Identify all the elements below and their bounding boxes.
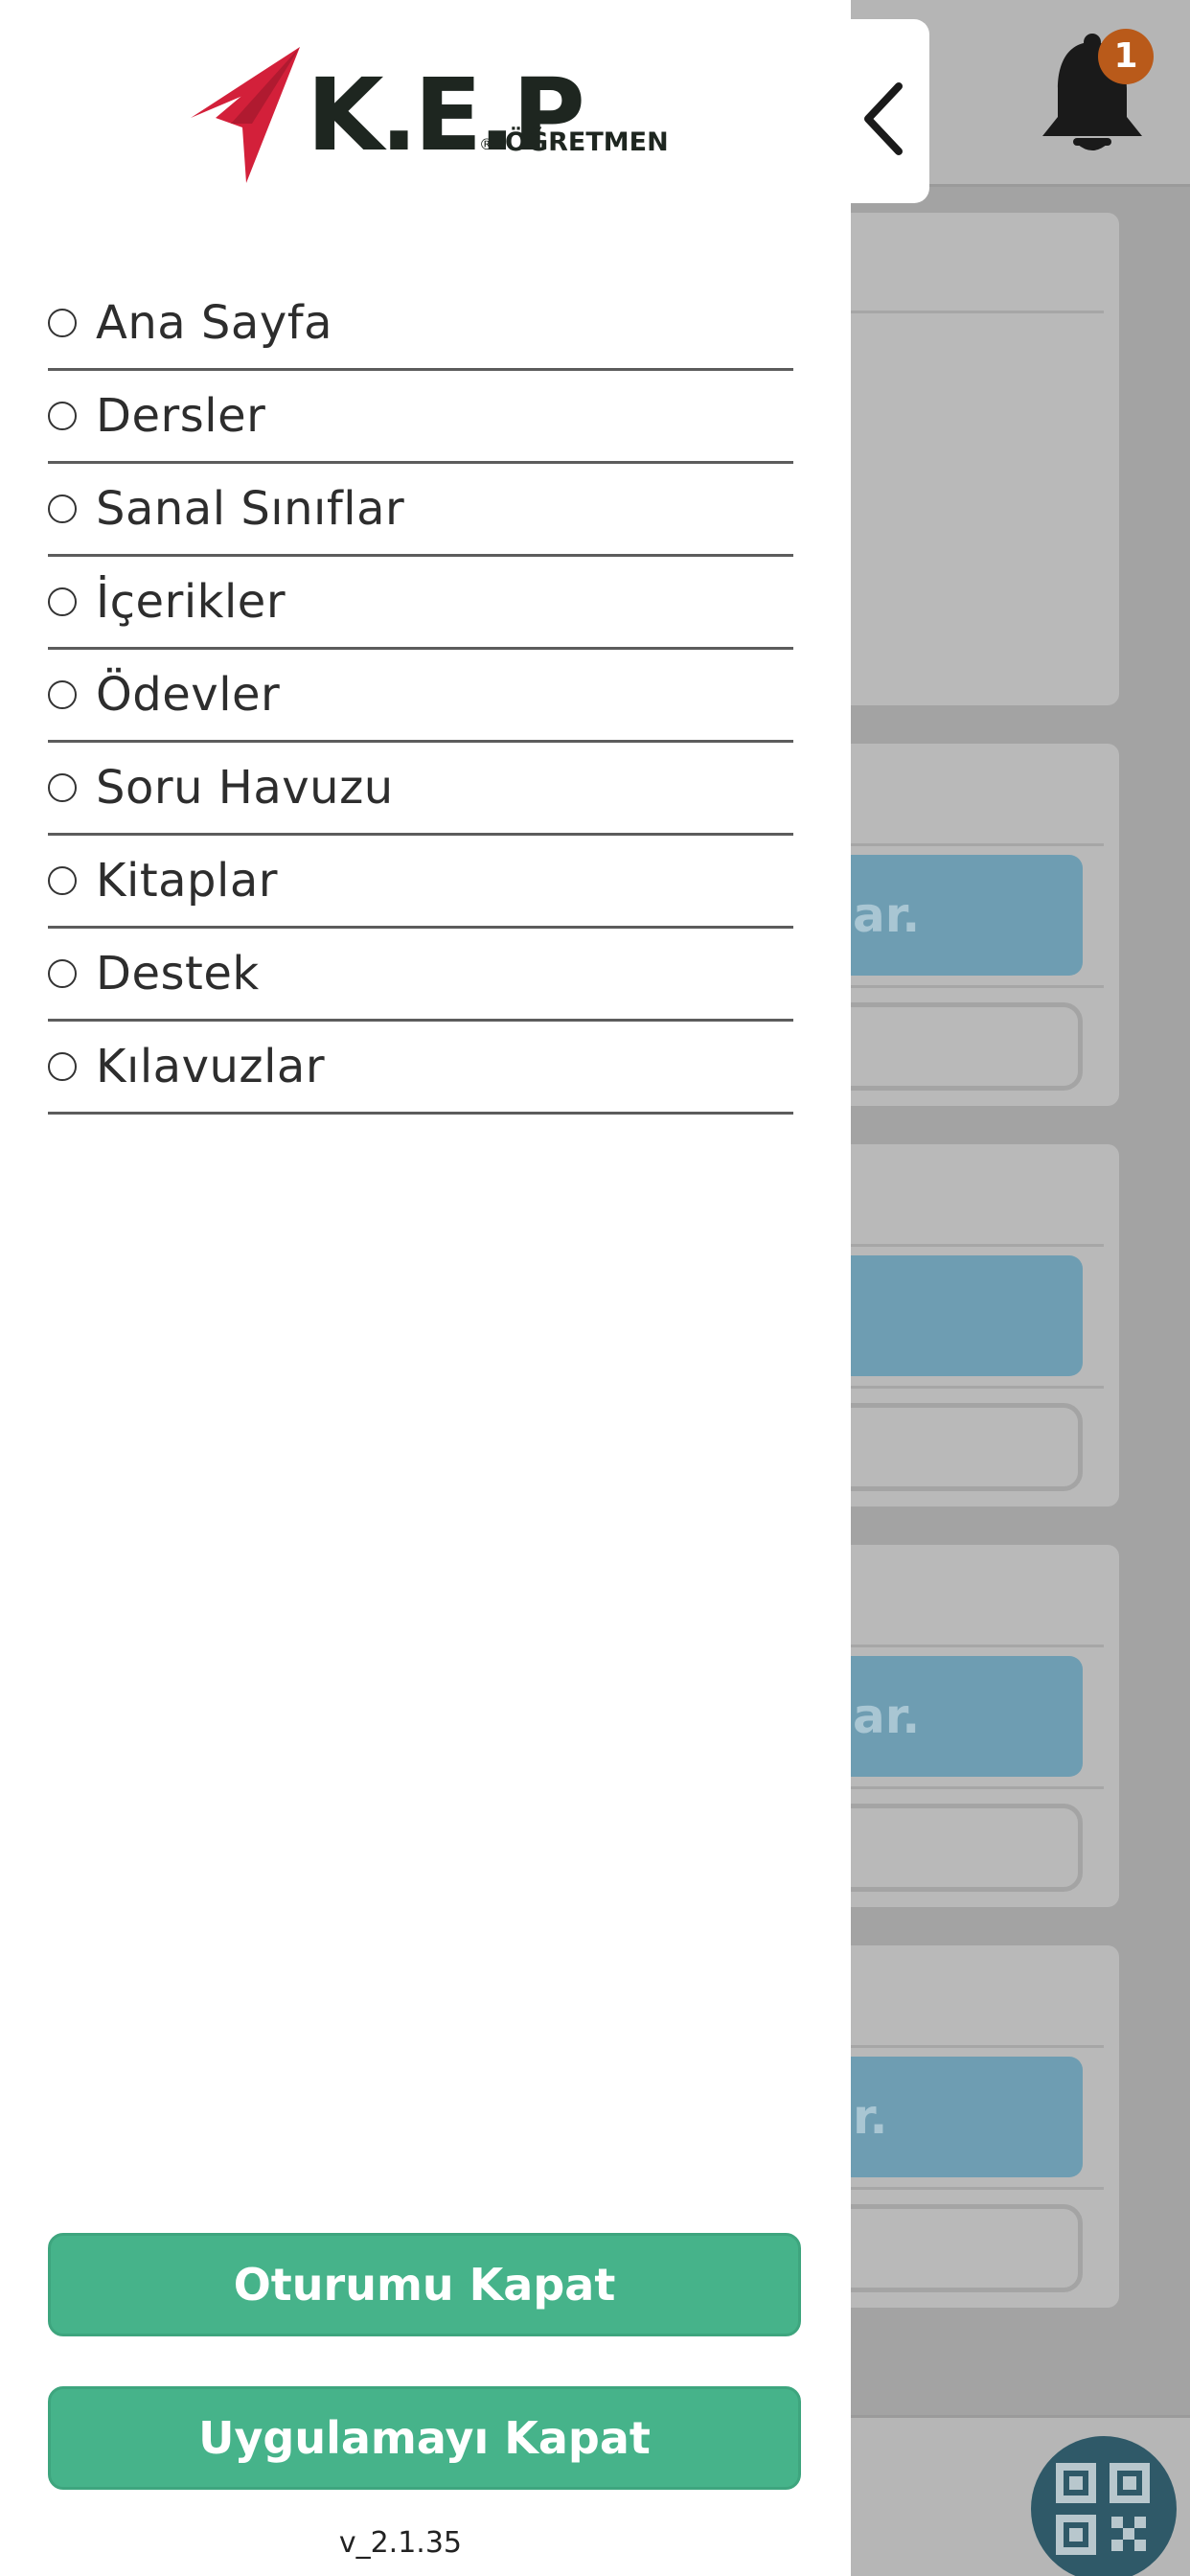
radio-icon — [48, 587, 77, 616]
card-divider — [824, 985, 1104, 988]
radio-icon — [48, 402, 77, 430]
back-chevron-icon — [864, 82, 903, 155]
radio-icon — [48, 866, 77, 895]
logo-mark-icon — [191, 47, 300, 183]
logo-subtitle: ÖĞRETMEN — [505, 127, 669, 157]
card-primary-button[interactable] — [824, 1255, 1083, 1376]
qr-code-icon — [1056, 2463, 1150, 2555]
exit-app-button[interactable]: Uygulamayı Kapat — [48, 2386, 801, 2490]
menu-item-kilavuzlar[interactable]: Kılavuzlar — [48, 1022, 793, 1115]
menu-item-label: Soru Havuzu — [96, 761, 394, 815]
card-divider — [824, 310, 1104, 313]
navigation-drawer: K.E.P ® ÖĞRETMEN Ana Sayfa Dersler Sanal… — [0, 0, 851, 2576]
menu-item-label: Sanal Sınıflar — [96, 482, 405, 536]
card-divider — [824, 2187, 1104, 2190]
menu-item-label: Dersler — [96, 389, 266, 443]
menu-item-label: İçerikler — [96, 575, 286, 629]
menu-item-label: Destek — [96, 947, 260, 1000]
menu-item-label: Kılavuzlar — [96, 1040, 326, 1093]
card-secondary-button[interactable] — [824, 1403, 1083, 1491]
card-divider — [824, 1386, 1104, 1389]
menu-item-label: Kitaplar — [96, 854, 278, 908]
radio-icon — [48, 309, 77, 337]
card-divider — [824, 1786, 1104, 1789]
menu-item-ana-sayfa[interactable]: Ana Sayfa — [48, 278, 793, 371]
background-card — [824, 213, 1119, 705]
card-divider — [824, 1644, 1104, 1647]
menu-item-icerikler[interactable]: İçerikler — [48, 557, 793, 650]
radio-icon — [48, 680, 77, 709]
logout-button[interactable]: Oturumu Kapat — [48, 2233, 801, 2336]
logo-registered-mark: ® — [479, 135, 494, 153]
notification-badge: 1 — [1098, 29, 1154, 84]
radio-icon — [48, 494, 77, 523]
card-secondary-button[interactable] — [824, 1002, 1083, 1091]
kep-logo: K.E.P ® ÖĞRETMEN — [187, 43, 685, 187]
card-divider — [824, 2045, 1104, 2048]
card-divider — [824, 843, 1104, 846]
qr-scan-button[interactable] — [1031, 2436, 1177, 2576]
drawer-menu: Ana Sayfa Dersler Sanal Sınıflar İçerikl… — [48, 278, 793, 1115]
background-card: ar. — [824, 1545, 1119, 1907]
card-secondary-button[interactable] — [824, 2204, 1083, 2292]
menu-item-odevler[interactable]: Ödevler — [48, 650, 793, 743]
radio-icon — [48, 773, 77, 802]
card-secondary-button[interactable] — [824, 1804, 1083, 1892]
card-primary-button[interactable]: ar. — [824, 855, 1083, 976]
background-card — [824, 1144, 1119, 1506]
card-primary-button[interactable]: r. — [824, 2057, 1083, 2177]
radio-icon — [48, 959, 77, 988]
menu-item-label: Ödevler — [96, 668, 281, 722]
card-primary-button[interactable]: ar. — [824, 1656, 1083, 1777]
menu-item-dersler[interactable]: Dersler — [48, 371, 793, 464]
menu-item-kitaplar[interactable]: Kitaplar — [48, 836, 793, 929]
close-drawer-button[interactable] — [843, 19, 929, 203]
app-version: v_2.1.35 — [338, 2526, 462, 2560]
radio-icon — [48, 1052, 77, 1081]
card-divider — [824, 1244, 1104, 1247]
background-card: ar. — [824, 744, 1119, 1106]
background-card: r. — [824, 1945, 1119, 2308]
menu-item-sanal-siniflar[interactable]: Sanal Sınıflar — [48, 464, 793, 557]
menu-item-soru-havuzu[interactable]: Soru Havuzu — [48, 743, 793, 836]
menu-item-destek[interactable]: Destek — [48, 929, 793, 1022]
menu-item-label: Ana Sayfa — [96, 296, 333, 350]
